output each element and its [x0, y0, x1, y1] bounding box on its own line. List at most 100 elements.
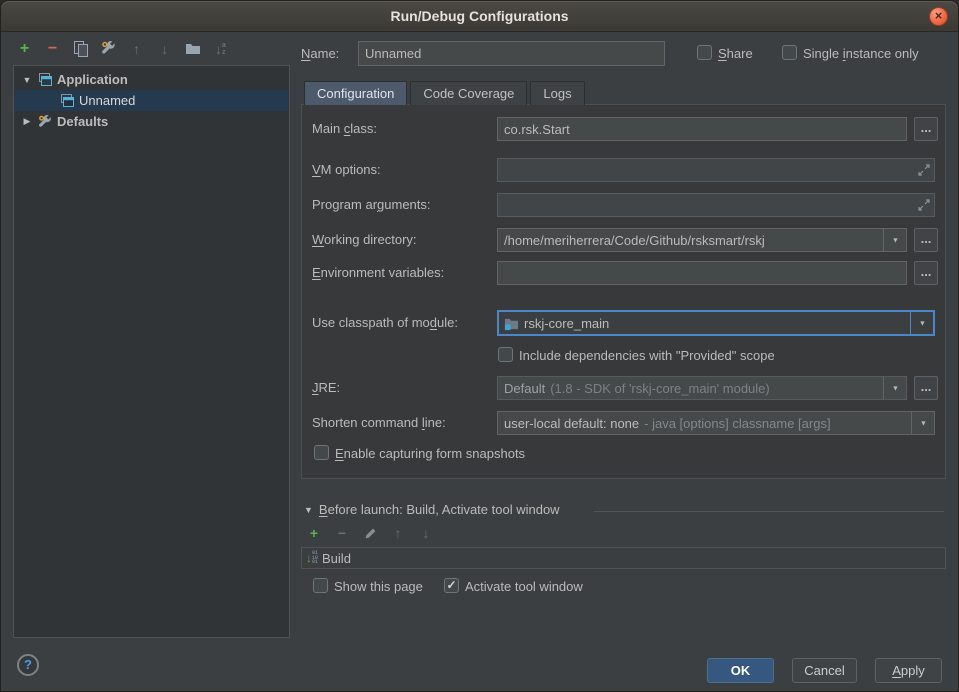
sort-az-icon: a z	[222, 42, 226, 56]
use-classpath-combo[interactable]: rskj-core_main ▼	[497, 310, 935, 336]
ellipsis-icon: ...	[921, 120, 932, 135]
pencil-icon	[364, 527, 377, 540]
copy-icon	[74, 41, 87, 56]
expand-icon	[918, 199, 930, 211]
remove-task-button[interactable]: −	[334, 525, 350, 541]
working-directory-combo[interactable]: /home/meriherrera/Code/Github/rsksmart/r…	[497, 228, 907, 252]
before-launch-header[interactable]: ▼ Before launch: Build, Activate tool wi…	[304, 502, 560, 517]
show-this-page-label: Show this page	[334, 579, 423, 594]
edit-defaults-button[interactable]	[99, 39, 118, 58]
module-icon	[504, 316, 519, 331]
section-collapse-icon[interactable]: ▼	[304, 505, 313, 515]
copy-configuration-button[interactable]	[71, 39, 90, 58]
wrench-gear-icon	[100, 40, 117, 57]
application-config-icon	[59, 93, 75, 109]
close-button[interactable]: ×	[929, 7, 948, 26]
move-up-button[interactable]: ↑	[127, 39, 146, 58]
remove-configuration-button[interactable]: −	[43, 39, 62, 58]
defaults-wrench-icon	[37, 114, 53, 130]
tab-configuration[interactable]: Configuration	[304, 81, 407, 105]
main-class-field[interactable]: co.rsk.Start	[497, 117, 907, 141]
ok-button[interactable]: OK	[707, 658, 774, 683]
single-instance-label: Single instance only	[803, 46, 919, 61]
remove-icon: −	[48, 40, 57, 58]
cancel-button[interactable]: Cancel	[792, 658, 857, 683]
tree-item-application[interactable]: ▼ Application	[15, 69, 288, 90]
build-icon: ↓ 01 10 01	[306, 551, 318, 565]
sort-arrow-icon: ↓	[215, 41, 222, 57]
program-arguments-label: Program arguments:	[312, 197, 431, 212]
working-directory-dropdown-button[interactable]: ▼	[883, 229, 906, 251]
chevron-collapsed-icon[interactable]: ▶	[21, 116, 33, 127]
use-classpath-dropdown-button[interactable]: ▼	[910, 312, 933, 334]
add-configuration-button[interactable]: +	[15, 39, 34, 58]
help-icon: ?	[24, 657, 32, 672]
ellipsis-icon: ...	[921, 231, 932, 246]
move-task-down-button[interactable]: ↓	[418, 525, 434, 541]
remove-icon: −	[338, 525, 346, 541]
before-launch-title: Before launch: Build, Activate tool wind…	[319, 502, 560, 517]
create-folder-button[interactable]	[183, 39, 202, 58]
chevron-down-icon: ▼	[919, 419, 926, 427]
add-icon: +	[310, 525, 318, 541]
title-bar: Run/Debug Configurations ×	[1, 1, 958, 32]
use-classpath-label: Use classpath of module:	[312, 315, 458, 330]
apply-button[interactable]: Apply	[875, 658, 942, 683]
name-label: Name:	[301, 46, 339, 61]
tab-logs[interactable]: Logs	[530, 81, 584, 105]
main-class-browse-button[interactable]: ...	[914, 117, 938, 141]
environment-variables-browse-button[interactable]: ...	[914, 261, 938, 285]
chevron-down-icon: ▼	[891, 384, 898, 392]
tree-item-defaults[interactable]: ▶ Defaults	[15, 111, 288, 132]
dialog-title: Run/Debug Configurations	[390, 8, 568, 24]
expand-editor-button[interactable]	[918, 164, 930, 176]
capture-snapshots-checkbox[interactable]	[314, 445, 329, 460]
before-launch-toolbar: + − ↑ ↓	[306, 525, 434, 541]
tree-item-unnamed[interactable]: Unnamed	[15, 90, 288, 111]
edit-task-button[interactable]	[362, 525, 378, 541]
add-icon: +	[20, 40, 29, 58]
tab-code-coverage[interactable]: Code Coverage	[410, 81, 527, 105]
shorten-command-line-label: Shorten command line:	[312, 415, 446, 430]
environment-variables-field[interactable]	[497, 261, 907, 285]
ellipsis-icon: ...	[921, 264, 932, 279]
chevron-expanded-icon[interactable]: ▼	[21, 75, 33, 85]
jre-label: JRE:	[312, 380, 340, 395]
section-separator	[594, 511, 944, 512]
vm-options-label: VM options:	[312, 162, 381, 177]
name-input[interactable]	[358, 41, 665, 66]
configurations-tree: ▼ Application Unnamed ▶ Defaults	[13, 65, 290, 638]
help-button[interactable]: ?	[17, 654, 39, 676]
expand-editor-button[interactable]	[918, 199, 930, 211]
sort-configurations-button[interactable]: ↓ a z	[211, 39, 230, 58]
single-instance-checkbox[interactable]	[782, 45, 797, 60]
jre-combo[interactable]: Default (1.8 - SDK of 'rskj-core_main' m…	[497, 376, 907, 400]
arrow-down-icon: ↓	[161, 41, 168, 57]
configurations-toolbar: + − ↑ ↓ ↓ a z	[15, 39, 230, 58]
shorten-dropdown-button[interactable]: ▼	[911, 412, 934, 434]
jre-browse-button[interactable]: ...	[914, 376, 938, 400]
settings-tabs: Configuration Code Coverage Logs	[304, 81, 585, 105]
shorten-command-line-combo[interactable]: user-local default: none - java [options…	[497, 411, 935, 435]
jre-dropdown-button[interactable]: ▼	[883, 377, 906, 399]
application-type-icon	[37, 72, 53, 88]
main-class-label: Main class:	[312, 121, 377, 136]
share-label: Share	[718, 46, 753, 61]
run-debug-configurations-dialog: Run/Debug Configurations × + − ↑ ↓ ↓ a	[0, 0, 959, 692]
activate-tool-window-checkbox[interactable]: ✓	[444, 578, 459, 593]
chevron-down-icon: ▼	[918, 319, 925, 327]
vm-options-field[interactable]	[497, 158, 935, 182]
program-arguments-field[interactable]	[497, 193, 935, 217]
include-provided-label: Include dependencies with "Provided" sco…	[519, 348, 775, 363]
arrow-up-icon: ↑	[395, 525, 402, 541]
include-provided-checkbox[interactable]	[498, 347, 513, 362]
move-task-up-button[interactable]: ↑	[390, 525, 406, 541]
before-launch-task-build[interactable]: ↓ 01 10 01 Build	[301, 547, 946, 569]
share-checkbox[interactable]	[697, 45, 712, 60]
arrow-up-icon: ↑	[133, 41, 140, 57]
working-directory-browse-button[interactable]: ...	[914, 228, 938, 252]
add-task-button[interactable]: +	[306, 525, 322, 541]
expand-icon	[918, 164, 930, 176]
move-down-button[interactable]: ↓	[155, 39, 174, 58]
show-this-page-checkbox[interactable]	[313, 578, 328, 593]
